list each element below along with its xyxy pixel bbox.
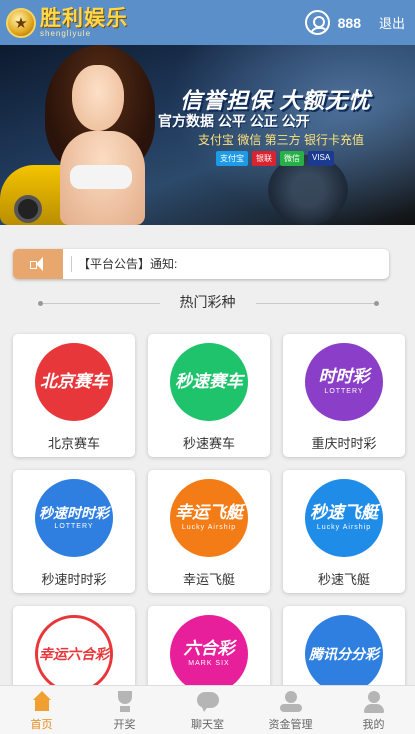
game-label: 秒速时时彩 xyxy=(41,572,107,587)
user-icon xyxy=(362,691,386,713)
logo-subtitle: shengliyule xyxy=(40,28,92,38)
bottom-nav: 首页 开奖 聊天室 资金管理 我的 xyxy=(0,685,415,734)
game-card-xyft[interactable]: 幸运飞艇 Lucky Airship 幸运飞艇 xyxy=(148,470,270,593)
game-label: 北京赛车 xyxy=(47,436,100,451)
nav-item-chat[interactable]: 聊天室 xyxy=(166,686,249,734)
trophy-icon xyxy=(113,691,137,713)
home-icon xyxy=(30,691,54,713)
user-avatar-icon[interactable] xyxy=(304,10,330,35)
game-card-msssc[interactable]: 秒速时时彩 LOTTERY 秒速时时彩 xyxy=(13,470,135,593)
unionpay-badge: 银联 xyxy=(252,151,276,166)
banner-payment-text: 支付宝 微信 第三方 银行卡充值 xyxy=(198,133,365,147)
crown-icon: ★ xyxy=(6,7,36,38)
speaker-icon xyxy=(30,257,46,271)
username[interactable]: 888 xyxy=(338,15,361,31)
game-label: 秒速赛车 xyxy=(182,436,235,451)
chat-icon xyxy=(196,691,220,713)
msft-logo-icon: 秒速飞艇 Lucky Airship xyxy=(305,479,383,557)
promo-banner[interactable]: 信誉担保 大额无忧 官方数据 公平 公正 公开 支付宝 微信 第三方 银行卡充值… xyxy=(0,45,415,225)
xylhc-logo-icon: 幸运六合彩 xyxy=(35,615,113,693)
payment-logos: 支付宝 银联 微信 VISA xyxy=(216,151,335,166)
money-icon xyxy=(279,691,303,713)
nav-item-funds[interactable]: 资金管理 xyxy=(249,686,332,734)
nav-item-results[interactable]: 开奖 xyxy=(83,686,166,734)
msssc-logo-icon: 秒速时时彩 LOTTERY xyxy=(35,479,113,557)
section-header: 热门彩种 xyxy=(0,292,415,312)
xyft-logo-icon: 幸运飞艇 Lucky Airship xyxy=(170,479,248,557)
alipay-badge: 支付宝 xyxy=(216,151,248,166)
announcement-text: 【平台公告】通知: xyxy=(71,256,177,272)
mssc-logo-icon: 秒速赛车 xyxy=(170,343,248,421)
game-card-mssc[interactable]: 秒速赛车 秒速赛车 xyxy=(148,334,270,457)
wechat-badge: 微信 xyxy=(280,151,304,166)
game-card-bjsc[interactable]: 北京赛车 北京赛车 xyxy=(13,334,135,457)
game-label: 幸运飞艇 xyxy=(182,572,235,587)
game-label: 秒速飞艇 xyxy=(317,572,370,587)
top-header: ★ 胜利娱乐 shengliyule 888 退出 xyxy=(0,0,415,45)
logout-button[interactable]: 退出 xyxy=(379,13,405,32)
app-logo[interactable]: ★ 胜利娱乐 shengliyule xyxy=(6,5,128,38)
game-card-msft[interactable]: 秒速飞艇 Lucky Airship 秒速飞艇 xyxy=(283,470,405,593)
game-grid: 北京赛车 北京赛车 秒速赛车 秒速赛车 时时彩 LOTTERY 重庆时时彩 秒速… xyxy=(13,334,406,729)
cqssc-logo-icon: 时时彩 LOTTERY xyxy=(305,343,383,421)
visa-badge: VISA xyxy=(308,151,335,166)
banner-tagline: 官方数据 公平 公正 公开 xyxy=(158,113,310,129)
user-area: 888 退出 xyxy=(304,10,405,35)
game-card-cqssc[interactable]: 时时彩 LOTTERY 重庆时时彩 xyxy=(283,334,405,457)
nav-item-profile[interactable]: 我的 xyxy=(332,686,415,734)
bjsc-logo-icon: 北京赛车 xyxy=(35,343,113,421)
game-label: 重庆时时彩 xyxy=(311,436,377,451)
nav-item-home[interactable]: 首页 xyxy=(0,686,83,734)
lhc-logo-icon: 六合彩 MARK SIX xyxy=(170,615,248,693)
txffc-logo-icon: 腾讯分分彩 xyxy=(305,615,383,693)
announcement-bar[interactable]: 【平台公告】通知: xyxy=(13,249,389,279)
logo-title: 胜利娱乐 xyxy=(40,5,128,30)
section-title: 热门彩种 xyxy=(179,294,236,310)
